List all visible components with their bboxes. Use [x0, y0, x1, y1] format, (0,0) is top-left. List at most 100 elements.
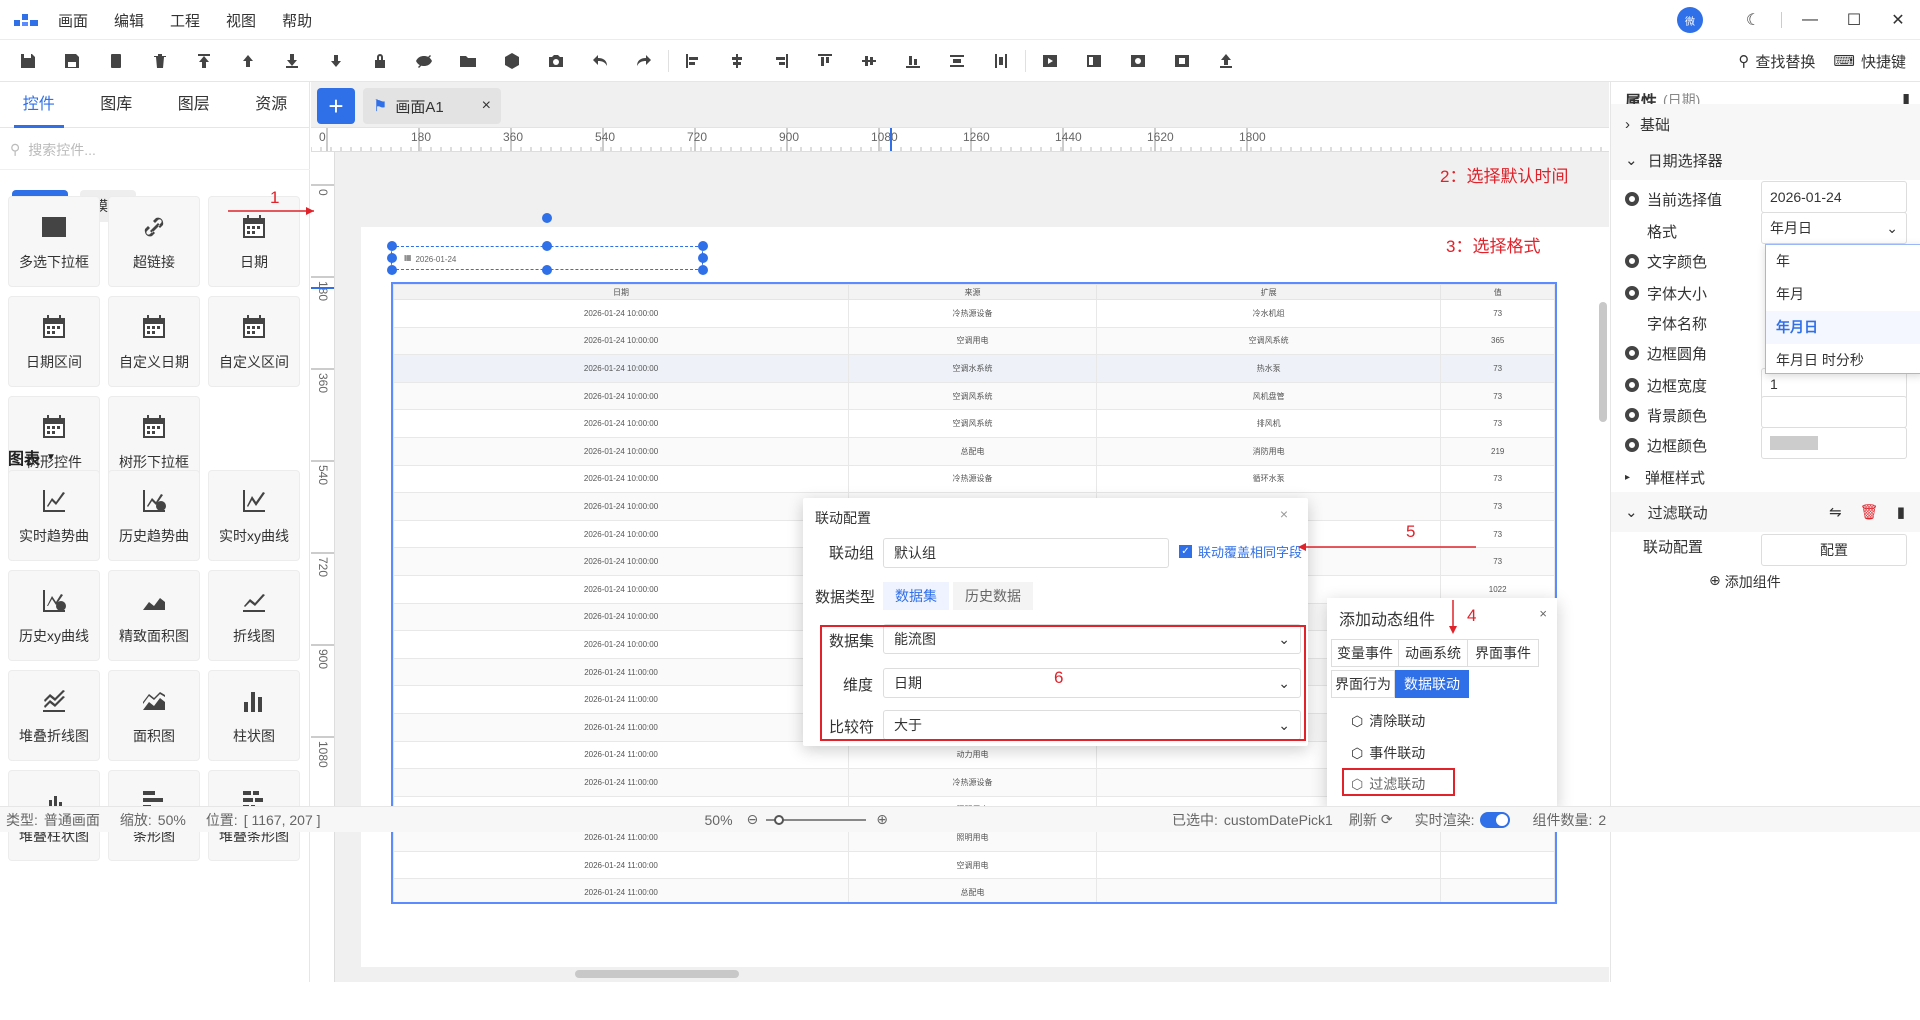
resize-handle[interactable]: [542, 241, 552, 251]
layout-icon[interactable]: [1072, 40, 1116, 82]
copy-icon[interactable]: ▮: [1897, 503, 1905, 521]
maximize-icon[interactable]: ☐: [1832, 0, 1876, 40]
tab-canvas-a1[interactable]: ⚑ 画面A1 ×: [363, 88, 501, 124]
tab-layers[interactable]: 图层: [155, 82, 233, 128]
move-down-icon[interactable]: [314, 40, 358, 82]
redo-icon[interactable]: [622, 40, 666, 82]
component-settings-icon[interactable]: [490, 40, 534, 82]
bg-color-picker[interactable]: [1761, 396, 1907, 428]
moon-icon[interactable]: ☾: [1731, 0, 1775, 40]
tab-resources[interactable]: 资源: [233, 82, 311, 128]
tab-animation[interactable]: 动画系统: [1398, 639, 1468, 667]
horizontal-scrollbar[interactable]: [575, 970, 739, 978]
zoom-slider-knob[interactable]: [774, 814, 785, 825]
widget-search[interactable]: ⚲ 搜索控件...: [0, 130, 310, 170]
menu-item-view[interactable]: 视图: [226, 10, 256, 31]
folder-icon[interactable]: [446, 40, 490, 82]
refresh-icon[interactable]: [1116, 40, 1160, 82]
publish-icon[interactable]: [1204, 40, 1248, 82]
add-page-button[interactable]: +: [317, 88, 355, 124]
vertical-scrollbar[interactable]: [1599, 302, 1607, 422]
format-select[interactable]: 年月日 ⌄: [1761, 212, 1907, 244]
chart-bar[interactable]: 柱状图: [208, 670, 300, 761]
item-clear-linkage[interactable]: ⬡ 清除联动: [1351, 711, 1425, 731]
resize-handle[interactable]: [698, 241, 708, 251]
preview-icon[interactable]: [1028, 40, 1072, 82]
format-option[interactable]: 年月日 时分秒: [1766, 344, 1920, 377]
minimize-icon[interactable]: —: [1788, 0, 1832, 40]
find-replace-button[interactable]: ⚲ 查找替换: [1738, 51, 1815, 72]
realtime-toggle[interactable]: [1480, 811, 1511, 828]
distribute-v-icon[interactable]: [979, 40, 1023, 82]
tab-data-linkage[interactable]: 数据联动: [1395, 670, 1469, 698]
save-icon[interactable]: [6, 40, 50, 82]
format-option-selected[interactable]: 年月日: [1766, 311, 1920, 344]
widget-multi-select[interactable]: 多选下拉框: [8, 196, 100, 287]
chart-history-trend[interactable]: 历史趋势曲: [108, 470, 200, 561]
menu-item-edit[interactable]: 编辑: [114, 10, 144, 31]
zoom-slider[interactable]: [766, 814, 867, 825]
close-icon[interactable]: ×: [1539, 606, 1547, 621]
undo-icon[interactable]: [578, 40, 622, 82]
avatar[interactable]: 微: [1677, 7, 1703, 33]
prop-popup-style[interactable]: ▸ 弹框样式: [1625, 460, 1910, 494]
tab-ui-event[interactable]: 界面事件: [1467, 639, 1539, 667]
chart-fine-area[interactable]: 精致面积图: [108, 570, 200, 661]
close-window-icon[interactable]: ✕: [1876, 0, 1920, 40]
chart-history-xy[interactable]: 历史xy曲线: [8, 570, 100, 661]
send-to-bottom-icon[interactable]: [270, 40, 314, 82]
radio-icon[interactable]: [1625, 378, 1639, 392]
item-event-linkage[interactable]: ⬡ 事件联动: [1351, 743, 1425, 763]
align-center-v-icon[interactable]: [847, 40, 891, 82]
close-tab-icon[interactable]: ×: [482, 97, 491, 115]
tab-variable-event[interactable]: 变量事件: [1331, 639, 1399, 667]
resize-handle[interactable]: [387, 265, 397, 275]
shortcuts-button[interactable]: ⌨ 快捷键: [1833, 51, 1906, 72]
screenshot-icon[interactable]: [534, 40, 578, 82]
resize-handle[interactable]: [387, 241, 397, 251]
data-type-dataset[interactable]: 数据集: [883, 582, 949, 610]
bring-to-top-icon[interactable]: [182, 40, 226, 82]
format-option[interactable]: 年月: [1766, 278, 1920, 311]
config-button[interactable]: 配置: [1761, 534, 1907, 566]
widget-custom-date[interactable]: 自定义日期: [108, 296, 200, 387]
zoom-out-icon[interactable]: ⊖: [747, 811, 759, 828]
data-type-history[interactable]: 历史数据: [953, 582, 1033, 610]
refresh-icon[interactable]: ⟳: [1381, 811, 1393, 828]
chart-section-header[interactable]: 图表 ▼: [8, 445, 56, 469]
resize-handle[interactable]: [542, 265, 552, 275]
radio-icon[interactable]: [1625, 254, 1639, 268]
tab-ui-behavior[interactable]: 界面行为: [1331, 670, 1395, 698]
widget-date-range[interactable]: 日期区间: [8, 296, 100, 387]
chart-stacked-line[interactable]: 堆叠折线图: [8, 670, 100, 761]
tab-gallery[interactable]: 图库: [78, 82, 156, 128]
chart-line[interactable]: 折线图: [208, 570, 300, 661]
align-top-icon[interactable]: [803, 40, 847, 82]
swap-icon[interactable]: ⇋: [1829, 503, 1842, 521]
menu-item-canvas[interactable]: 画面: [58, 10, 88, 31]
table-header-cell[interactable]: 扩展: [1095, 284, 1442, 300]
align-right-icon[interactable]: [759, 40, 803, 82]
hide-icon[interactable]: [402, 40, 446, 82]
resize-handle[interactable]: [698, 265, 708, 275]
save-as-icon[interactable]: [50, 40, 94, 82]
chart-realtime-xy[interactable]: 实时xy曲线: [208, 470, 300, 561]
widget-custom-range[interactable]: 自定义区间: [208, 296, 300, 387]
add-component-button[interactable]: ⊕ 添加组件: [1709, 572, 1781, 592]
radio-icon[interactable]: [1625, 286, 1639, 300]
rotate-handle[interactable]: [542, 213, 552, 223]
radio-icon[interactable]: [1625, 438, 1639, 452]
align-bottom-icon[interactable]: [891, 40, 935, 82]
widget-hyperlink[interactable]: 超链接: [108, 196, 200, 287]
tab-widgets[interactable]: 控件: [0, 82, 78, 128]
table-header-cell[interactable]: 日期: [393, 284, 850, 300]
current-value-input[interactable]: 2026-01-24: [1761, 181, 1907, 213]
section-basic[interactable]: › 基础: [1611, 104, 1920, 144]
override-checkbox[interactable]: ✓ 联动覆盖相同字段: [1179, 542, 1302, 561]
resize-handle[interactable]: [698, 253, 708, 263]
record-icon[interactable]: [1160, 40, 1204, 82]
radio-icon[interactable]: [1625, 408, 1639, 422]
radio-icon[interactable]: [1625, 192, 1639, 206]
distribute-h-icon[interactable]: [935, 40, 979, 82]
table-header-cell[interactable]: 来源: [848, 284, 1097, 300]
